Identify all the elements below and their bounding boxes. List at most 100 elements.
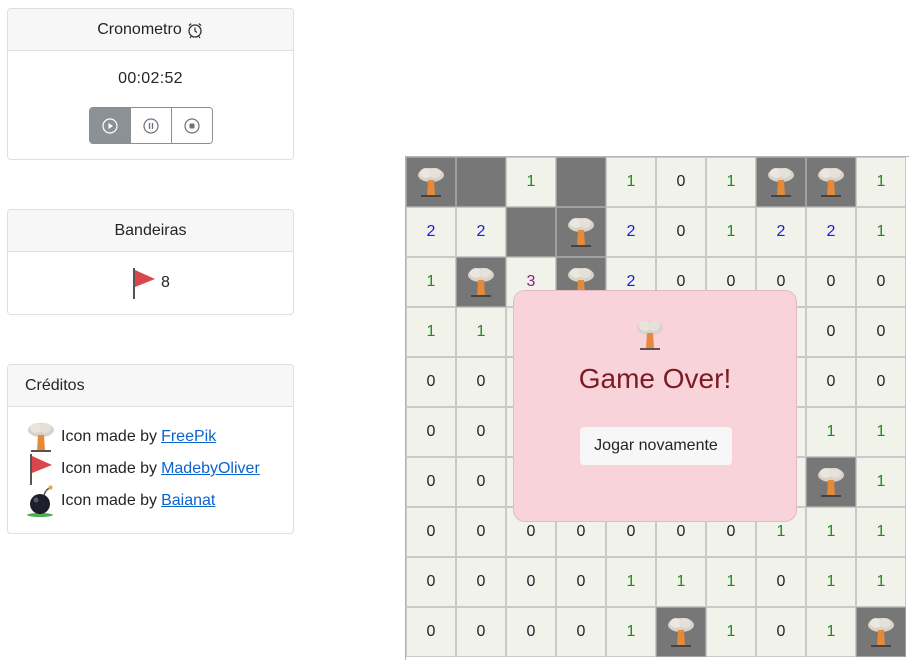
flags-counter: 8 [8,267,293,299]
board-cell[interactable]: 1 [456,307,506,357]
mine-cell[interactable] [456,257,506,307]
alarm-clock-icon [186,21,204,39]
board-cell[interactable]: 0 [856,257,906,307]
bomb-icon [25,485,57,517]
flags-title: Bandeiras [114,221,187,239]
board-cell[interactable]: 1 [406,257,456,307]
board-cell[interactable]: 1 [706,207,756,257]
board-cell[interactable]: 0 [506,607,556,657]
mine-cell[interactable] [806,157,856,207]
explosion-icon [816,466,846,498]
play-button[interactable] [90,108,131,143]
credit-text: Icon made by [61,428,158,445]
board-cell[interactable]: 1 [706,157,756,207]
credit-item: Icon made by Baianat [25,485,215,517]
board-cell[interactable]: 1 [856,507,906,557]
flag-icon [131,267,157,299]
credit-text: Icon made by [61,492,158,509]
board-cell[interactable]: 2 [406,207,456,257]
mine-cell[interactable] [756,157,806,207]
mine-cell[interactable] [556,207,606,257]
board-cell[interactable]: 1 [856,157,906,207]
board-cell[interactable]: 0 [406,407,456,457]
timer-controls [89,107,213,144]
explosion-icon [466,266,496,298]
board-cell[interactable]: 0 [406,507,456,557]
timer-card: Cronometro 00:02:52 [7,8,294,160]
explosion-icon [866,616,896,648]
board-cell[interactable]: 0 [456,457,506,507]
board-cell[interactable]: 0 [456,607,506,657]
board-cell[interactable]: 0 [406,557,456,607]
board-cell[interactable]: 1 [806,407,856,457]
board-cell[interactable]: 1 [856,407,906,457]
board-cell[interactable]: 1 [806,607,856,657]
board-cell[interactable]: 0 [406,607,456,657]
mine-cell[interactable] [856,607,906,657]
board-cell[interactable]: 0 [856,307,906,357]
game-over-modal: Game Over! Jogar novamente [513,290,797,522]
pause-icon [143,117,159,134]
hidden-cell[interactable] [556,157,606,207]
board-cell[interactable]: 1 [706,557,756,607]
board-cell[interactable]: 0 [756,607,806,657]
board-cell[interactable]: 0 [456,407,506,457]
explosion-icon [25,421,57,453]
board-cell[interactable]: 1 [856,557,906,607]
board-cell[interactable]: 2 [606,207,656,257]
mine-cell[interactable] [806,457,856,507]
stop-icon [184,117,200,134]
board-cell[interactable]: 1 [856,457,906,507]
board-cell[interactable]: 2 [456,207,506,257]
mine-cell[interactable] [406,157,456,207]
explosion-icon [766,166,796,198]
board-cell[interactable]: 0 [656,157,706,207]
board-cell[interactable]: 1 [706,607,756,657]
board-cell[interactable]: 1 [856,207,906,257]
board-cell[interactable]: 0 [456,507,506,557]
board-cell[interactable]: 0 [506,557,556,607]
credits-card-header: Créditos [8,365,293,407]
pause-button[interactable] [131,108,172,143]
board-cell[interactable]: 1 [606,607,656,657]
board-cell[interactable]: 1 [506,157,556,207]
board-cell[interactable]: 0 [456,357,506,407]
explosion-icon [566,216,596,248]
board-cell[interactable]: 0 [856,357,906,407]
timer-display: 00:02:52 [118,70,183,87]
explosion-icon [666,616,696,648]
board-cell[interactable]: 1 [406,307,456,357]
board-cell[interactable]: 1 [806,557,856,607]
board-cell[interactable]: 0 [456,557,506,607]
board-cell[interactable]: 0 [556,607,606,657]
board-cell[interactable]: 0 [556,557,606,607]
board-cell[interactable]: 1 [806,507,856,557]
timer-card-header: Cronometro [8,9,293,51]
board-cell[interactable]: 0 [756,557,806,607]
board-cell[interactable]: 0 [806,357,856,407]
credit-link-madebyoliver[interactable]: MadebyOliver [161,460,260,478]
board-cell[interactable]: 1 [656,557,706,607]
hidden-cell[interactable] [506,207,556,257]
board-cell[interactable]: 1 [606,157,656,207]
board-cell[interactable]: 2 [756,207,806,257]
flags-card-header: Bandeiras [8,210,293,252]
credit-link-freepik[interactable]: FreePik [161,428,216,446]
explosion-icon [635,319,665,356]
board-cell[interactable]: 2 [806,207,856,257]
credit-link-baianat[interactable]: Baianat [161,492,215,510]
hidden-cell[interactable] [456,157,506,207]
game-over-title: Game Over! [578,363,732,394]
board-cell[interactable]: 0 [406,457,456,507]
board-cell[interactable]: 0 [656,207,706,257]
board-cell[interactable]: 0 [406,357,456,407]
credit-item: Icon made by MadebyOliver [25,453,260,485]
flags-card: Bandeiras 8 [7,209,294,315]
play-again-button[interactable]: Jogar novamente [580,427,732,465]
mine-cell[interactable] [656,607,706,657]
board-cell[interactable]: 1 [606,557,656,607]
board-cell[interactable]: 0 [806,257,856,307]
stop-button[interactable] [172,108,212,143]
board-cell[interactable]: 0 [806,307,856,357]
explosion-icon [416,166,446,198]
